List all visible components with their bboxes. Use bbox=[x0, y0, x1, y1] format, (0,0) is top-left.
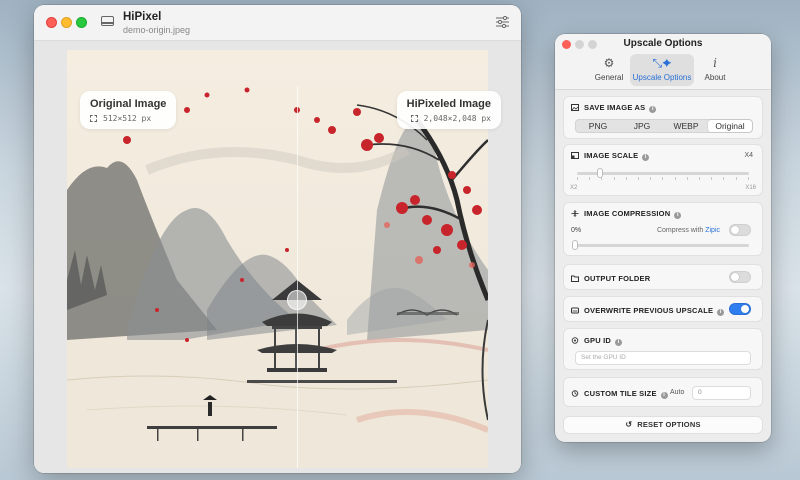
format-png[interactable]: PNG bbox=[576, 120, 620, 132]
upscale-options-window: Upscale Options ⚙ General ⤡✦ Upscale Opt… bbox=[555, 34, 771, 442]
overwrite-header: OVERWRITE PREVIOUS UPSCALE i bbox=[571, 306, 725, 316]
compare-divider[interactable] bbox=[297, 86, 298, 468]
sidebar-toggle-icon[interactable] bbox=[101, 16, 114, 26]
compression-slider[interactable] bbox=[577, 244, 749, 247]
compare-handle[interactable] bbox=[287, 290, 307, 310]
main-titlebar: HiPixel demo-origin.jpeg bbox=[34, 5, 521, 41]
reset-options-label: RESET OPTIONS bbox=[637, 420, 701, 429]
tab-upscale-options[interactable]: ⤡✦ Upscale Options bbox=[630, 54, 694, 86]
file-name: demo-origin.jpeg bbox=[123, 25, 191, 35]
image-compression-header: IMAGE COMPRESSION i bbox=[571, 209, 682, 219]
save-image-as-header: SAVE IMAGE AS i bbox=[571, 103, 657, 113]
minimize-button[interactable] bbox=[61, 17, 72, 28]
info-icon[interactable]: i bbox=[649, 106, 657, 113]
compress-icon bbox=[571, 210, 579, 217]
app-title: HiPixel bbox=[123, 11, 162, 23]
info-icon[interactable]: i bbox=[717, 309, 725, 316]
tile-size-field[interactable]: 0 bbox=[692, 386, 751, 400]
expand-icon bbox=[90, 115, 97, 122]
compress-with-prefix: Compress with bbox=[656, 227, 704, 234]
output-folder-toggle[interactable] bbox=[729, 271, 751, 283]
options-title: Upscale Options bbox=[623, 38, 703, 49]
original-image-title: Original Image bbox=[90, 98, 167, 110]
tab-general-label: General bbox=[594, 73, 624, 82]
gear-icon: ⚙ bbox=[603, 56, 615, 70]
overwrite-label: OVERWRITE PREVIOUS UPSCALE bbox=[584, 306, 714, 315]
expand-icon bbox=[410, 115, 418, 122]
folder-icon bbox=[571, 275, 579, 282]
image-scale-label: IMAGE SCALE bbox=[584, 151, 639, 160]
original-size-text: 512×512 px bbox=[103, 114, 152, 123]
original-image-badge: Original Image 512×512 px bbox=[80, 91, 177, 129]
format-webp[interactable]: WEBP bbox=[664, 120, 708, 132]
compress-with-zipic-toggle[interactable] bbox=[729, 224, 751, 236]
info-icon[interactable]: i bbox=[615, 339, 623, 346]
zipic-link[interactable]: Zipic bbox=[705, 227, 720, 234]
gpu-id-header: GPU ID i bbox=[571, 336, 623, 346]
overwrite-group: OVERWRITE PREVIOUS UPSCALE i bbox=[563, 296, 763, 322]
hipixeled-image-size: 2,048×2,048 px bbox=[407, 114, 491, 123]
image-icon bbox=[571, 104, 579, 111]
info-icon[interactable]: i bbox=[674, 212, 682, 219]
format-jpg[interactable]: JPG bbox=[620, 120, 664, 132]
gpu-id-label: GPU ID bbox=[584, 336, 612, 345]
image-scale-header: IMAGE SCALE i bbox=[571, 151, 650, 161]
compression-thumb[interactable] bbox=[572, 240, 578, 250]
output-folder-label: OUTPUT FOLDER bbox=[584, 274, 651, 283]
save-image-as-label: SAVE IMAGE AS bbox=[584, 103, 646, 112]
options-titlebar: Upscale Options ⚙ General ⤡✦ Upscale Opt… bbox=[555, 34, 771, 90]
compression-value: 0% bbox=[571, 227, 582, 234]
scale-icon bbox=[571, 152, 579, 159]
hipixeled-size-text: 2,048×2,048 px bbox=[423, 114, 491, 123]
tile-size-mode: Auto bbox=[670, 389, 685, 396]
hipixeled-image-title: HiPixeled Image bbox=[406, 98, 491, 110]
image-scale-ticks bbox=[577, 177, 749, 180]
info-icon[interactable]: i bbox=[642, 154, 650, 161]
output-folder-group: OUTPUT FOLDER bbox=[563, 264, 763, 290]
tab-upscale-label: Upscale Options bbox=[632, 73, 692, 82]
gpu-icon bbox=[571, 337, 579, 344]
gpu-id-field[interactable]: Set the GPU ID bbox=[575, 351, 751, 365]
format-segmented-control: PNG JPG WEBP Original bbox=[575, 119, 753, 133]
tab-about[interactable]: i About bbox=[697, 54, 733, 86]
image-compression-group: IMAGE COMPRESSION i 0% Compress with Zipi… bbox=[563, 202, 763, 256]
format-original[interactable]: Original bbox=[708, 120, 752, 132]
reset-icon: ↺ bbox=[625, 420, 633, 429]
zoom-button[interactable] bbox=[76, 17, 87, 28]
image-scale-thumb[interactable] bbox=[597, 168, 603, 178]
gpu-id-group: GPU ID i Set the GPU ID bbox=[563, 328, 763, 370]
custom-tile-size-header: CUSTOM TILE SIZE i bbox=[571, 389, 668, 399]
custom-tile-size-group: CUSTOM TILE SIZE i Auto 0 bbox=[563, 377, 763, 407]
compress-with-text: Compress with Zipic bbox=[657, 227, 720, 234]
sliders-icon[interactable] bbox=[496, 16, 509, 28]
original-image-size: 512×512 px bbox=[90, 114, 166, 123]
main-window: HiPixel demo-origin.jpeg Original Image … bbox=[34, 5, 521, 473]
image-scale-group: IMAGE SCALE i X4 X2 X16 bbox=[563, 144, 763, 196]
reset-options-button[interactable]: ↺ RESET OPTIONS bbox=[563, 416, 763, 434]
overwrite-toggle[interactable] bbox=[729, 303, 751, 315]
image-scale-value: X4 bbox=[744, 152, 753, 159]
sparkles-icon: ⤡✦ bbox=[652, 56, 672, 70]
custom-tile-size-label: CUSTOM TILE SIZE bbox=[584, 389, 657, 398]
close-button[interactable] bbox=[46, 17, 57, 28]
hipixeled-image-badge: HiPixeled Image 2,048×2,048 px bbox=[396, 91, 501, 129]
drive-icon bbox=[571, 307, 579, 314]
info-icon: i bbox=[713, 56, 717, 70]
tab-about-label: About bbox=[704, 73, 726, 82]
save-image-as-group: SAVE IMAGE AS i PNG JPG WEBP Original bbox=[563, 96, 763, 139]
output-folder-header: OUTPUT FOLDER bbox=[571, 274, 650, 283]
scale-max-label: X16 bbox=[745, 185, 756, 191]
image-canvas: Original Image 512×512 px HiPixeled Imag… bbox=[34, 41, 521, 473]
tile-icon bbox=[571, 390, 579, 397]
image-compression-label: IMAGE COMPRESSION bbox=[584, 209, 671, 218]
info-icon[interactable]: i bbox=[660, 392, 668, 399]
tab-general[interactable]: ⚙ General bbox=[591, 54, 627, 86]
scale-min-label: X2 bbox=[570, 185, 578, 191]
